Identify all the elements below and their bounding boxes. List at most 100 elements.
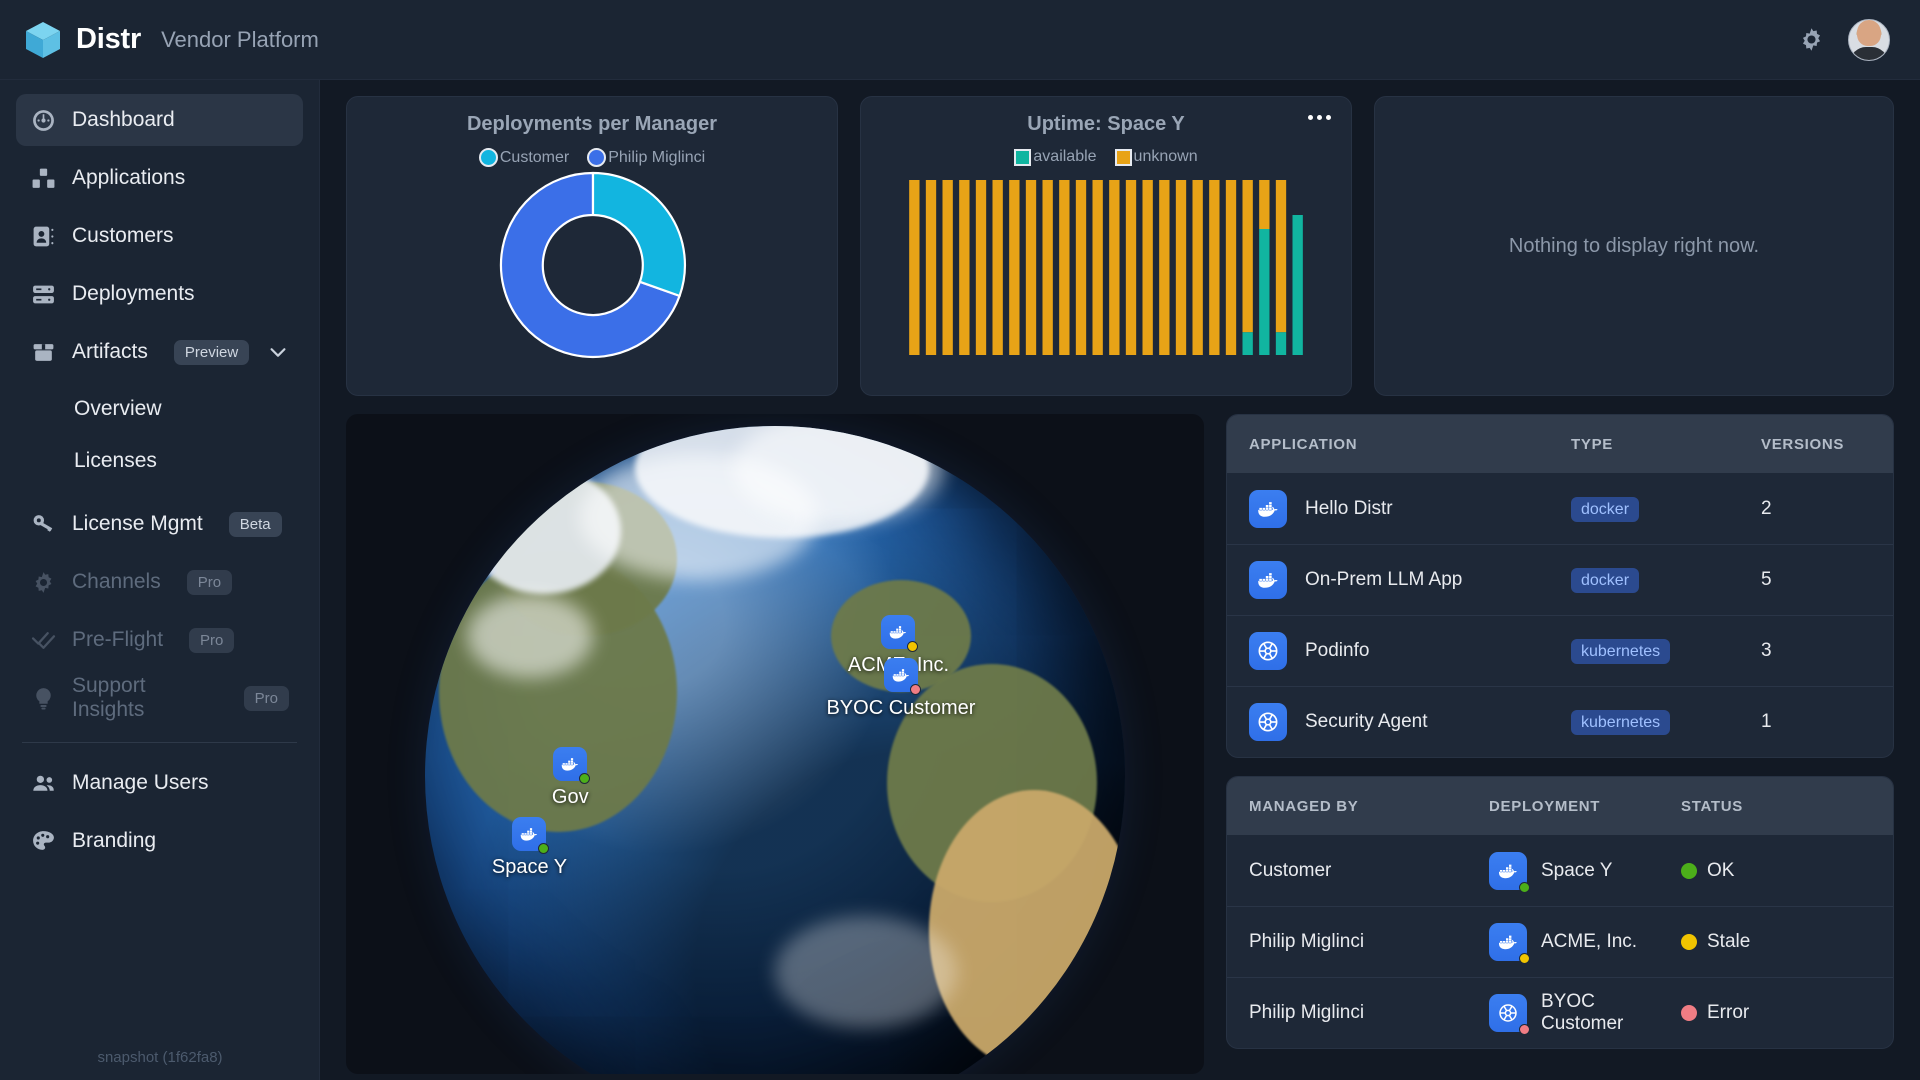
status-dot-badge [1519,881,1530,893]
sidebar-item-manage-users[interactable]: Manage Users [16,757,303,809]
globe-marker[interactable]: Space Y [492,816,567,879]
uptime-bar-unknown[interactable] [1175,180,1187,355]
top-bar-actions [1796,18,1896,61]
table-row[interactable]: Customer Space Y OK [1227,835,1893,906]
sidebar-subitem-overview[interactable]: Overview [16,384,303,434]
sidebar-item-branding[interactable]: Branding [16,815,303,867]
marker-pin[interactable] [881,615,919,653]
table-row[interactable]: Hello Distr docker 2 [1227,473,1893,544]
chevron-down-icon[interactable] [267,341,289,363]
more-horizontal-icon[interactable] [1302,109,1337,126]
sidebar-item-deployments[interactable]: Deployments [16,268,303,320]
status-dot-badge [538,842,550,854]
marker-pin[interactable] [553,747,591,785]
uptime-bar-unknown[interactable] [925,180,937,355]
uptime-bar-chart[interactable] [906,180,1306,355]
sidebar-item-customers[interactable]: Customers [16,210,303,262]
uptime-bar-unknown[interactable] [1042,180,1053,355]
deployment-name: Space Y [1541,859,1613,881]
sidebar-item-label: License Mgmt [72,512,203,535]
gear-icon [30,569,56,595]
application-name: On-Prem LLM App [1305,569,1463,590]
type-badge: docker [1571,568,1640,593]
cloud [467,594,593,678]
uptime-bar-unknown[interactable] [959,180,970,355]
uptime-bar-unknown[interactable] [1275,180,1287,333]
legend-label: Customer [499,148,570,166]
globe-marker[interactable]: Gov [552,747,591,809]
users-icon [30,770,56,796]
uptime-bar-unknown[interactable] [1092,180,1103,355]
gear-icon[interactable] [1796,25,1826,55]
donut-chart[interactable] [347,167,839,362]
legend-label: Philip Miglinci [608,148,706,166]
globe-marker[interactable]: BYOC Customer [826,658,975,720]
bottom-row: ACME, Inc. BYOC Customer Gov Space Y APPLIC… [346,414,1894,1074]
sidebar-item-license-mgmt[interactable]: License Mgmt Beta [16,498,303,550]
uptime-bar-available[interactable] [1242,332,1253,355]
uptime-bar-unknown[interactable] [1109,180,1120,355]
uptime-bar-unknown[interactable] [1009,180,1020,355]
kubernetes-icon [1499,1004,1517,1022]
uptime-bar-unknown[interactable] [975,180,987,355]
column-header-managed-by: MANAGED BY [1249,797,1359,815]
globe-map-card[interactable]: ACME, Inc. BYOC Customer Gov Space Y [346,414,1204,1074]
uptime-bar-unknown[interactable] [1242,180,1253,333]
legend-item-unknown[interactable]: unknown [1114,148,1198,166]
table-row[interactable]: Philip Miglinci BYOC Customer Error [1227,977,1893,1048]
cube-icon [24,20,62,60]
uptime-bar-unknown[interactable] [1159,180,1170,355]
desert [929,790,1125,1070]
uptime-bar-available[interactable] [1275,332,1287,355]
pre-flight-pro-pill: Pro [189,627,235,653]
sidebar-item-label: Artifacts [72,340,148,363]
status-dot-badge [907,641,919,653]
table-row[interactable]: On-Prem LLM App docker 5 [1227,544,1893,615]
top-bar: Distr Vendor Platform [0,0,1920,80]
sidebar-item-artifacts[interactable]: Artifacts Preview [16,326,303,378]
legend-item-customer[interactable]: Customer [478,148,570,167]
uptime-bar-unknown[interactable] [1075,180,1087,355]
sidebar-item-pre-flight[interactable]: Pre-Flight Pro [16,614,303,666]
uptime-bar-unknown[interactable] [1025,180,1037,355]
avatar[interactable] [1848,18,1890,61]
palette-icon [30,828,56,854]
avatar-face [1857,20,1881,47]
uptime-bar-unknown[interactable] [1125,180,1137,355]
uptime-bar-unknown[interactable] [942,180,953,355]
status-dot [1681,1005,1697,1021]
legend-swatch [1014,148,1032,166]
table-row[interactable]: Philip Miglinci ACME, Inc. Stale [1227,906,1893,977]
sidebar-item-dashboard[interactable]: Dashboard [16,94,303,146]
uptime-bar-available[interactable] [1292,215,1303,355]
uptime-bar-available[interactable] [1259,229,1270,355]
legend-swatch [478,148,498,167]
sidebar-item-channels[interactable]: Channels Pro [16,556,303,608]
donut-slice-customer[interactable] [591,171,687,297]
uptime-bar-unknown[interactable] [1209,180,1220,355]
marker-pin[interactable] [883,658,921,696]
uptime-bar-unknown[interactable] [909,180,920,355]
marker-pin[interactable] [512,816,550,854]
uptime-bar-unknown[interactable] [1142,180,1153,355]
sidebar-item-applications[interactable]: Applications [16,152,303,204]
legend-item-philip-miglinci[interactable]: Philip Miglinci [587,148,705,167]
table-row[interactable]: Podinfo kubernetes 3 [1227,615,1893,686]
uptime-bar-unknown[interactable] [992,180,1003,355]
sidebar-subitem-licenses[interactable]: Licenses [16,436,303,486]
status-label: Stale [1707,931,1751,952]
sidebar-item-label: Branding [72,829,157,852]
sidebar-item-support-insights[interactable]: Support Insights Pro [16,672,303,724]
avatar-body [1850,46,1888,60]
table-row[interactable]: Security Agent kubernetes 1 [1227,686,1893,757]
legend-item-available[interactable]: available [1014,148,1097,166]
type-cell: docker [1571,496,1761,522]
uptime-bar-unknown[interactable] [1192,180,1203,355]
uptime-bar-unknown[interactable] [1225,180,1237,355]
globe[interactable] [425,426,1125,1074]
brand[interactable]: Distr Vendor Platform [24,20,319,60]
uptime-bar-unknown[interactable] [1259,180,1270,229]
deployment-cell: BYOC Customer [1489,991,1681,1035]
uptime-bar-unknown[interactable] [1059,180,1070,355]
channels-pro-pill: Pro [186,569,233,595]
